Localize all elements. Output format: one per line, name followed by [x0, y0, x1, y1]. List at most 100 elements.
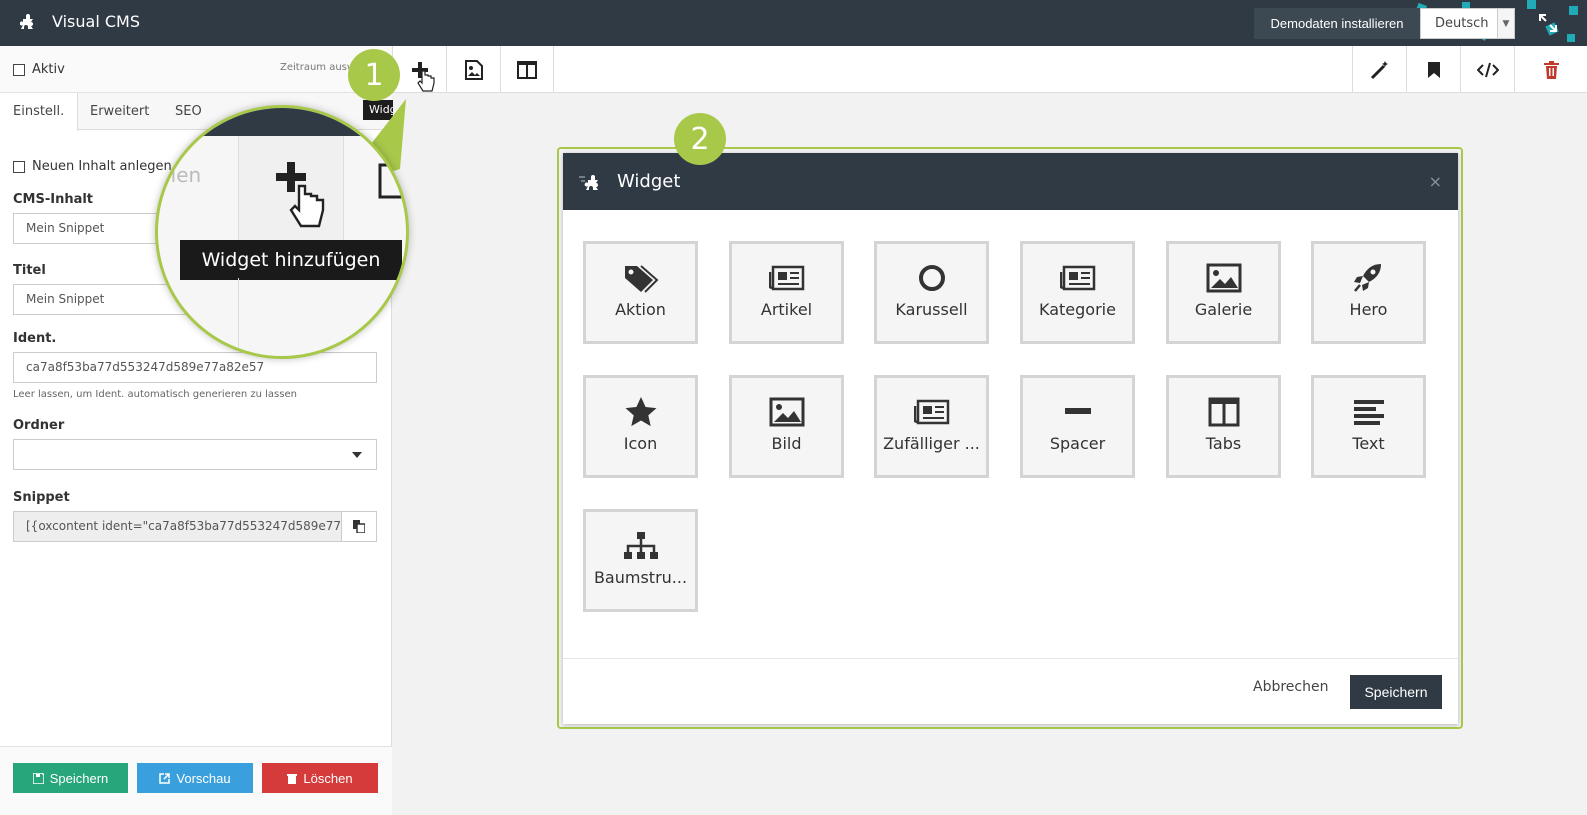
modal-save-button[interactable]: Speichern	[1350, 675, 1442, 709]
widget-tile-icon[interactable]: Icon	[583, 375, 698, 478]
checkbox-icon[interactable]	[13, 63, 25, 76]
brand[interactable]: Visual CMS	[20, 11, 140, 31]
ident-label: Ident.	[13, 331, 57, 346]
newspaper-icon	[1059, 265, 1095, 291]
preview-button[interactable]: Vorschau	[137, 763, 253, 793]
trash-button[interactable]	[1514, 46, 1587, 93]
top-bar: Visual CMS Demodaten installieren Deutsc…	[0, 0, 1587, 46]
puzzle-logo-icon	[579, 174, 598, 190]
widget-tile-tabs[interactable]: Tabs	[1166, 375, 1281, 478]
cancel-button[interactable]: Abbrechen	[1253, 679, 1328, 695]
new-content-checkbox[interactable]: Neuen Inhalt anlegen	[13, 159, 172, 174]
tab-erweitert[interactable]: Erweitert	[77, 93, 162, 130]
widget-tile-artikel[interactable]: Artikel	[729, 241, 844, 344]
widget-label: Tabs	[1205, 434, 1242, 453]
widget-modal: Widget × Aktion Artikel Karussell Katego…	[563, 153, 1458, 724]
widget-label: Icon	[623, 434, 658, 453]
columns-icon	[517, 60, 537, 79]
magnifier-partial-text: hlen	[158, 163, 202, 187]
magic-wand-icon	[1370, 60, 1388, 79]
zeitraum-label[interactable]: Zeitraum ausw	[280, 62, 355, 73]
modal-title: Widget	[617, 171, 681, 192]
ident-hint: Leer lassen, um Ident. automatisch gener…	[13, 389, 297, 400]
checkbox-icon[interactable]	[13, 160, 25, 173]
app-title: Visual CMS	[52, 11, 140, 31]
save-label: Speichern	[49, 770, 109, 786]
widget-tile-karussell[interactable]: Karussell	[874, 241, 989, 344]
widget-tile-text[interactable]: Text	[1311, 375, 1426, 478]
save-button[interactable]: Speichern	[13, 763, 128, 793]
widget-label: Baumstru...	[593, 568, 688, 587]
columns-icon	[1208, 397, 1239, 427]
chevron-down-icon: ▼	[1497, 9, 1514, 38]
cms-content-label: CMS-Inhalt	[13, 192, 94, 207]
preview-label: Vorschau	[176, 770, 231, 786]
floppy-icon	[32, 772, 44, 784]
external-link-icon	[159, 772, 171, 784]
zoom-magnifier: hlen Widget hinzufügen	[155, 105, 409, 359]
code-icon	[1476, 62, 1499, 77]
minus-icon	[1064, 408, 1091, 414]
copy-button[interactable]	[341, 511, 377, 542]
title-label: Titel	[13, 263, 46, 278]
circle-icon	[918, 265, 945, 291]
new-content-label: Neuen Inhalt anlegen	[32, 159, 172, 174]
image-icon	[769, 397, 804, 427]
widget-label: Bild	[771, 434, 802, 453]
widget-label: Galerie	[1194, 300, 1253, 319]
widget-label: Karussell	[895, 300, 968, 319]
aktiv-checkbox[interactable]: Aktiv	[13, 62, 65, 77]
close-icon[interactable]: ×	[1429, 172, 1442, 191]
widget-label: Kategorie	[1039, 300, 1116, 319]
bookmark-button[interactable]	[1406, 46, 1460, 93]
magnifier-header-bar	[158, 108, 406, 136]
magnifier-tooltip: Widget hinzufügen	[180, 240, 402, 280]
callout-badge-1: 1	[348, 49, 400, 101]
align-left-icon	[1353, 400, 1384, 425]
tags-icon	[624, 265, 658, 293]
widget-tile-kategorie[interactable]: Kategorie	[1020, 241, 1135, 344]
add-columns-button[interactable]	[500, 46, 554, 93]
widget-tile-baumstruktur[interactable]: Baumstru...	[583, 509, 698, 612]
image-file-icon	[464, 59, 483, 80]
magnifier-divider	[238, 278, 239, 356]
modal-footer: Abbrechen Speichern	[563, 658, 1458, 724]
widget-label: Zufälliger ...	[883, 434, 980, 453]
bookmark-icon	[1427, 61, 1440, 78]
folder-label: Ordner	[13, 418, 65, 433]
action-bar: Speichern Vorschau Löschen	[0, 746, 392, 815]
language-select[interactable]: Deutsch ▼	[1420, 8, 1515, 39]
newspaper-icon	[768, 265, 804, 291]
magnifier-plus-cell	[238, 136, 344, 246]
star-icon	[625, 397, 656, 427]
add-image-button[interactable]	[446, 46, 500, 93]
widget-tile-spacer[interactable]: Spacer	[1020, 375, 1135, 478]
sitemap-icon	[623, 532, 658, 559]
expand-icon[interactable]	[1537, 12, 1559, 34]
code-button[interactable]	[1460, 46, 1514, 93]
folder-select[interactable]	[13, 439, 377, 470]
widget-tile-zufaelliger[interactable]: Zufälliger ...	[874, 375, 989, 478]
tab-einstellungen[interactable]: Einstell.	[0, 93, 79, 131]
ident-input[interactable]: ca7a8f53ba77d553247d589e77a82e57	[13, 352, 377, 383]
widget-tile-aktion[interactable]: Aktion	[583, 241, 698, 344]
widget-tile-bild[interactable]: Bild	[729, 375, 844, 478]
widget-label: Text	[1352, 434, 1385, 453]
magic-wand-button[interactable]	[1352, 46, 1406, 93]
caret-down-icon	[352, 452, 362, 458]
hand-cursor-icon	[289, 184, 325, 228]
puzzle-logo-icon	[20, 14, 33, 29]
widget-label: Artikel	[760, 300, 813, 319]
editor-toolbar	[392, 46, 1587, 93]
delete-button[interactable]: Löschen	[262, 763, 378, 793]
snippet-label: Snippet	[13, 490, 70, 505]
demo-data-button[interactable]: Demodaten installieren	[1254, 8, 1420, 39]
widget-tile-hero[interactable]: Hero	[1311, 241, 1426, 344]
snippet-input[interactable]: [{oxcontent ident="ca7a8f53ba77d553247d5…	[13, 511, 342, 542]
language-value: Deutsch	[1435, 16, 1489, 31]
widget-label: Hero	[1349, 300, 1388, 319]
widget-tile-galerie[interactable]: Galerie	[1166, 241, 1281, 344]
copy-icon	[353, 520, 365, 533]
delete-label: Löschen	[303, 770, 353, 786]
widget-label: Spacer	[1049, 434, 1106, 453]
